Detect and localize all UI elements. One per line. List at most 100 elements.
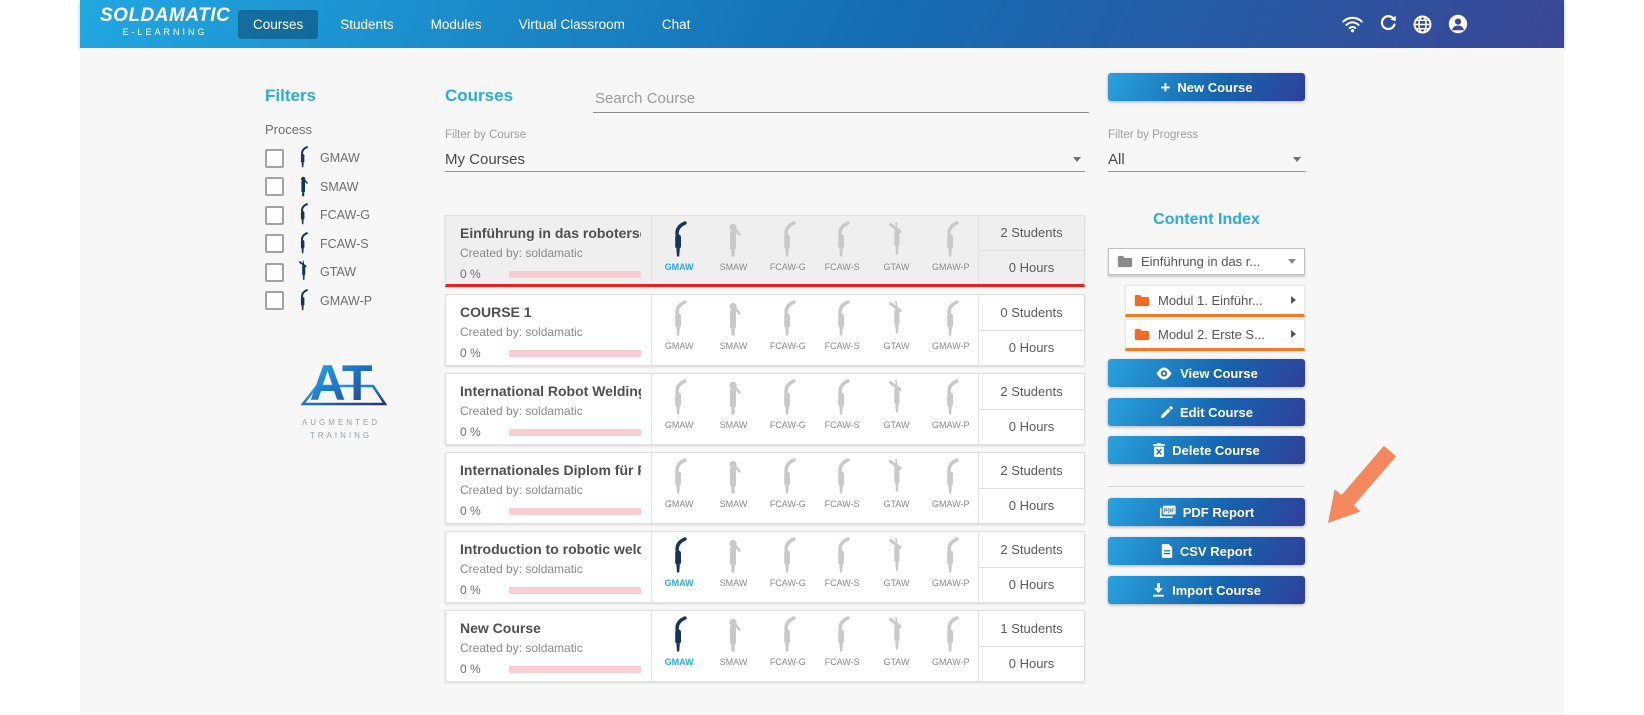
process-filter[interactable]: FCAW-G — [265, 201, 435, 230]
course-row[interactable]: Internationales Diplom für Rob... Create… — [445, 452, 1085, 524]
nav-tabs: CoursesStudents ModulesVirtual ClassroomC… — [238, 0, 705, 48]
course-info: International Robot Welding B... Created… — [446, 374, 651, 444]
process-filter[interactable]: GMAW-P — [265, 287, 435, 316]
process-icon-gmaw-p: GMAW-P — [924, 611, 978, 681]
course-progress-label: 0 % — [460, 504, 509, 518]
chevron-down-icon — [1288, 259, 1296, 264]
process-icon-gmaw-p: GMAW-P — [924, 532, 978, 602]
screenshot: SOLDAMATIC E-LEARNING CoursesStudentsMod… — [0, 0, 1644, 715]
process-icon-gmaw-p: GMAW-P — [924, 295, 978, 365]
new-course-button[interactable]: + New Course — [1108, 73, 1305, 101]
nav-status-icons — [1342, 0, 1468, 48]
trash-icon — [1153, 443, 1165, 457]
course-progress-label: 0 % — [460, 662, 509, 676]
torch-icon — [293, 260, 313, 284]
process-filter[interactable]: GTAW — [265, 258, 435, 287]
process-filter-label: GMAW-P — [320, 294, 372, 308]
edit-course-button[interactable]: Edit Course — [1108, 398, 1305, 426]
course-hours: 0 Hours — [979, 251, 1084, 285]
course-progress: 0 % — [460, 346, 641, 360]
process-icon-fcaw-s: FCAW-S — [815, 611, 869, 681]
chevron-down-icon — [1293, 157, 1301, 162]
nav-tab-courses[interactable]: Courses — [238, 10, 318, 39]
course-hours: 0 Hours — [979, 410, 1084, 445]
soldamatic-logo: SOLDAMATIC E-LEARNING — [100, 6, 230, 38]
annotation-arrow — [1320, 445, 1404, 535]
filter-by-progress-value: All — [1108, 151, 1125, 168]
process-icon-gmaw-p: GMAW-P — [924, 374, 978, 444]
course-row[interactable]: Introduction to robotic weldin... Create… — [445, 531, 1085, 603]
course-progress-label: 0 % — [460, 346, 509, 360]
course-info: New Course Created by: soldamatic 0 % — [446, 611, 651, 681]
course-progress: 0 % — [460, 425, 641, 439]
chevron-right-icon — [1291, 296, 1296, 304]
nav-tab-chat[interactable]: Chat — [647, 10, 706, 39]
course-progress-label: 0 % — [460, 583, 509, 597]
import-course-button[interactable]: Import Course — [1108, 576, 1305, 604]
process-icon-smaw: SMAW — [706, 453, 760, 523]
view-course-button[interactable]: View Course — [1108, 359, 1305, 387]
course-title: COURSE 1 — [460, 304, 641, 320]
pdf-report-button[interactable]: PDF PDF Report — [1108, 498, 1305, 526]
process-filter[interactable]: FCAW-S — [265, 230, 435, 259]
csv-report-button[interactable]: CSV Report — [1108, 537, 1305, 565]
wifi-icon[interactable] — [1342, 16, 1363, 33]
delete-course-button[interactable]: Delete Course — [1108, 436, 1305, 464]
nav-tab-virtual-classroom[interactable]: Virtual Classroom — [504, 10, 640, 39]
edit-course-label: Edit Course — [1180, 405, 1253, 420]
content-index-modules: Modul 1. Einführ... Modul 2. Erste S... — [1125, 285, 1305, 353]
course-stats: 2 Students 0 Hours — [978, 216, 1084, 284]
checkbox[interactable] — [265, 263, 284, 282]
course-process-icons: GMAWSMAWFCAW-GFCAW-SGTAWGMAW-P — [651, 374, 978, 444]
folder-icon — [1134, 328, 1150, 341]
filters-title: Filters — [265, 86, 316, 106]
course-stats: 2 Students 0 Hours — [978, 532, 1084, 602]
process-icon-smaw: SMAW — [706, 532, 760, 602]
csv-report-label: CSV Report — [1180, 544, 1252, 559]
course-created-by: Created by: soldamatic — [460, 325, 641, 339]
checkbox[interactable] — [265, 149, 284, 168]
process-icon-gmaw-p: GMAW-P — [924, 216, 978, 284]
filter-by-course-label: Filter by Course — [445, 129, 526, 141]
course-created-by: Created by: soldamatic — [460, 246, 641, 260]
search-course-input[interactable] — [593, 84, 1089, 113]
course-row[interactable]: New Course Created by: soldamatic 0 % GM… — [445, 610, 1085, 682]
process-icon-gtaw: GTAW — [869, 453, 923, 523]
process-filter[interactable]: GMAW — [265, 144, 435, 173]
globe-icon[interactable] — [1413, 15, 1432, 34]
process-filter[interactable]: SMAW — [265, 173, 435, 202]
course-hours: 0 Hours — [979, 489, 1084, 524]
filter-by-course-select[interactable]: My Courses — [445, 147, 1085, 172]
arrow-shape — [1328, 446, 1396, 523]
nav-tab-modules[interactable]: Modules — [416, 10, 497, 39]
folder-icon — [1117, 255, 1133, 268]
content-index-module[interactable]: Modul 2. Erste S... — [1125, 319, 1305, 351]
course-students: 2 Students — [979, 374, 1084, 410]
checkbox[interactable] — [265, 177, 284, 196]
course-row[interactable]: Einführung in das robotersch... Created … — [445, 215, 1085, 287]
course-progress-bar — [509, 666, 641, 673]
process-icon-fcaw-g: FCAW-G — [761, 453, 815, 523]
filter-by-progress-select[interactable]: All — [1108, 147, 1305, 172]
course-process-icons: GMAWSMAWFCAW-GFCAW-SGTAWGMAW-P — [651, 453, 978, 523]
course-row[interactable]: International Robot Welding B... Created… — [445, 373, 1085, 445]
checkbox[interactable] — [265, 206, 284, 225]
nav-tab-students[interactable]: Students — [325, 10, 408, 39]
refresh-icon[interactable] — [1379, 15, 1397, 33]
checkbox[interactable] — [265, 234, 284, 253]
course-stats: 2 Students 0 Hours — [978, 453, 1084, 523]
course-row[interactable]: COURSE 1 Created by: soldamatic 0 % GMAW… — [445, 294, 1085, 366]
course-stats: 1 Students 0 Hours — [978, 611, 1084, 681]
content-index-module[interactable]: Modul 1. Einführ... — [1125, 285, 1305, 317]
account-icon[interactable] — [1448, 14, 1468, 34]
course-created-by: Created by: soldamatic — [460, 404, 641, 418]
course-progress-label: 0 % — [460, 425, 509, 439]
content-index-title: Content Index — [1108, 211, 1305, 229]
checkbox[interactable] — [265, 291, 284, 310]
module-label: Modul 1. Einführ... — [1158, 293, 1291, 308]
brand-caption-line1: AUGMENTED — [266, 417, 416, 428]
process-icon-fcaw-s: FCAW-S — [815, 216, 869, 284]
courses-title: Courses — [445, 86, 513, 106]
content-index-root-select[interactable]: Einführung in das r... — [1108, 248, 1305, 275]
course-info: Internationales Diplom für Rob... Create… — [446, 453, 651, 523]
